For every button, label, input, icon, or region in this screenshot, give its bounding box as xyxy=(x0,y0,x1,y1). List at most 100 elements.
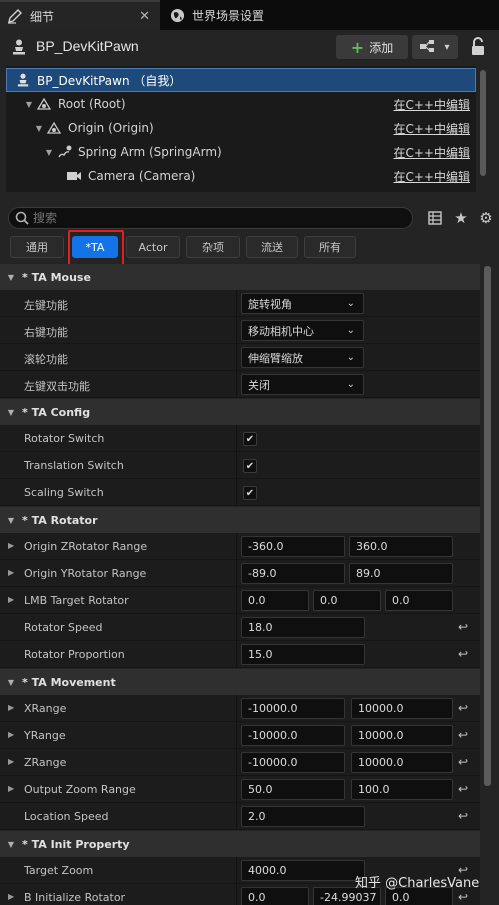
chevron-down-icon: ▼ xyxy=(7,515,15,525)
number-field[interactable]: 10000.0 xyxy=(351,725,453,746)
column-divider xyxy=(236,614,237,641)
filter-actor[interactable]: Actor xyxy=(126,236,180,258)
add-component-button[interactable]: + 添加 xyxy=(336,35,408,59)
globe-icon xyxy=(168,6,186,24)
property-label: Origin YRotator Range xyxy=(24,567,147,580)
lock-icon[interactable] xyxy=(470,37,488,57)
number-field[interactable]: -89.0 xyxy=(241,563,345,584)
double-click-function-dropdown[interactable]: 关闭 ⌄ xyxy=(241,374,364,395)
number-field[interactable]: 10000.0 xyxy=(351,752,453,773)
property-row: 右键功能 移动相机中心 ⌄ xyxy=(0,317,480,344)
number-field[interactable]: 2.0 xyxy=(241,806,365,827)
property-label: 右键功能 xyxy=(24,326,68,339)
dropdown-value: 伸缩臂缩放 xyxy=(248,351,303,365)
gear-icon[interactable]: ⚙ xyxy=(477,209,495,227)
property-row: Translation Switch ✔ xyxy=(0,452,480,479)
star-icon[interactable]: ★ xyxy=(452,209,470,227)
wheel-function-dropdown[interactable]: 伸缩臂缩放 ⌄ xyxy=(241,347,364,368)
filter-misc[interactable]: 杂项 xyxy=(186,236,240,258)
number-field[interactable]: 10000.0 xyxy=(351,698,453,719)
section-ta-rotator[interactable]: ▼ * TA Rotator xyxy=(0,507,480,533)
number-field[interactable]: 4000.0 xyxy=(241,860,365,881)
section-ta-init-property[interactable]: ▼ * TA Init Property xyxy=(0,831,480,857)
property-scrollbar[interactable] xyxy=(484,266,491,786)
number-field[interactable]: 15.0 xyxy=(241,644,365,665)
property-label: 滚轮功能 xyxy=(24,353,68,366)
spring-arm-icon xyxy=(54,144,74,160)
chevron-right-icon[interactable]: ▶ xyxy=(8,757,14,766)
tree-item-root[interactable]: ▼ Root (Root) 在C++中编辑 xyxy=(6,92,476,116)
number-field[interactable]: 89.0 xyxy=(349,563,453,584)
chevron-down-icon[interactable]: ▼ xyxy=(34,124,44,133)
chevron-right-icon[interactable]: ▶ xyxy=(8,784,14,793)
chevron-right-icon[interactable]: ▶ xyxy=(8,541,14,550)
right-click-function-dropdown[interactable]: 移动相机中心 ⌄ xyxy=(241,320,364,341)
edit-in-cpp-link[interactable]: 在C++中编辑 xyxy=(394,96,471,113)
reset-icon[interactable]: ↩ xyxy=(458,755,468,769)
number-field[interactable]: -10000.0 xyxy=(241,752,345,773)
property-row: ▶ Origin ZRotator Range -360.0 360.0 xyxy=(0,533,480,560)
chevron-right-icon[interactable]: ▶ xyxy=(8,892,14,901)
property-label: XRange xyxy=(24,702,67,715)
number-field[interactable]: -10000.0 xyxy=(241,698,345,719)
edit-in-cpp-link[interactable]: 在C++中编辑 xyxy=(394,144,471,161)
tree-scrollbar[interactable] xyxy=(480,70,486,176)
filter-ta[interactable]: *TA xyxy=(72,236,118,258)
property-label: 左键双击功能 xyxy=(24,380,90,393)
property-label: ZRange xyxy=(24,756,67,769)
chevron-right-icon[interactable]: ▶ xyxy=(8,595,14,604)
section-ta-movement[interactable]: ▼ * TA Movement xyxy=(0,669,480,695)
number-field[interactable]: -360.0 xyxy=(241,536,345,557)
reset-icon[interactable]: ↩ xyxy=(458,647,468,661)
reset-icon[interactable]: ↩ xyxy=(458,701,468,715)
search-box[interactable] xyxy=(8,207,413,229)
rotator-switch-checkbox[interactable]: ✔ xyxy=(243,432,257,446)
number-field[interactable]: 0.0 xyxy=(241,887,309,905)
chevron-down-icon[interactable]: ▼ xyxy=(24,100,34,109)
pawn-icon xyxy=(12,39,26,55)
tree-item-origin[interactable]: ▼ Origin (Origin) 在C++中编辑 xyxy=(6,116,476,140)
property-row: Rotator Switch ✔ xyxy=(0,425,480,452)
number-field[interactable]: 0.0 xyxy=(385,590,453,611)
number-field[interactable]: 100.0 xyxy=(351,779,453,800)
number-field[interactable]: 18.0 xyxy=(241,617,365,638)
reset-icon[interactable]: ↩ xyxy=(458,620,468,634)
number-field[interactable]: -10000.0 xyxy=(241,725,345,746)
number-field[interactable]: 0.0 xyxy=(241,590,309,611)
chevron-down-icon: ⌄ xyxy=(346,379,355,390)
close-icon[interactable]: ✕ xyxy=(139,9,150,24)
edit-in-cpp-link[interactable]: 在C++中编辑 xyxy=(394,168,471,185)
reset-icon[interactable]: ↩ xyxy=(458,809,468,823)
table-view-icon[interactable] xyxy=(426,209,444,227)
number-field[interactable]: 50.0 xyxy=(241,779,345,800)
chevron-right-icon[interactable]: ▶ xyxy=(8,568,14,577)
chevron-right-icon[interactable]: ▶ xyxy=(8,730,14,739)
tree-item-spring-arm[interactable]: ▼ Spring Arm (SpringArm) 在C++中编辑 xyxy=(6,140,476,164)
search-input[interactable] xyxy=(33,211,393,225)
number-field[interactable]: 360.0 xyxy=(349,536,453,557)
filter-streaming[interactable]: 流送 xyxy=(246,236,298,258)
left-click-function-dropdown[interactable]: 旋转视角 ⌄ xyxy=(241,293,364,314)
scaling-switch-checkbox[interactable]: ✔ xyxy=(243,486,257,500)
filter-general[interactable]: 通用 xyxy=(10,236,64,258)
chevron-down-icon[interactable]: ▼ xyxy=(44,148,54,157)
chevron-right-icon[interactable]: ▶ xyxy=(8,703,14,712)
reset-icon[interactable]: ↩ xyxy=(458,890,468,904)
tab-details[interactable]: 细节 ✕ xyxy=(0,0,160,30)
filter-all[interactable]: 所有 xyxy=(304,236,356,258)
reset-icon[interactable]: ↩ xyxy=(458,782,468,796)
tree-item-label: Spring Arm (SpringArm) xyxy=(78,145,222,159)
pencil-icon xyxy=(6,7,24,25)
section-ta-config[interactable]: ▼ * TA Config xyxy=(0,399,480,425)
edit-in-cpp-link[interactable]: 在C++中编辑 xyxy=(394,120,471,137)
tree-item-pawn[interactable]: BP_DevKitPawn （自我） xyxy=(6,68,476,92)
section-ta-mouse[interactable]: ▼ * TA Mouse xyxy=(0,264,480,290)
number-field[interactable]: 0.0 xyxy=(313,590,381,611)
tree-item-camera[interactable]: Camera (Camera) 在C++中编辑 xyxy=(6,164,476,188)
translation-switch-checkbox[interactable]: ✔ xyxy=(243,459,257,473)
blueprint-options-button[interactable]: ▾ xyxy=(412,35,458,59)
tab-world-settings[interactable]: 世界场景设置 xyxy=(162,0,292,30)
property-row: ▶ YRange -10000.0 10000.0 ↩ xyxy=(0,722,480,749)
chevron-down-icon: ⌄ xyxy=(346,325,355,336)
reset-icon[interactable]: ↩ xyxy=(458,728,468,742)
